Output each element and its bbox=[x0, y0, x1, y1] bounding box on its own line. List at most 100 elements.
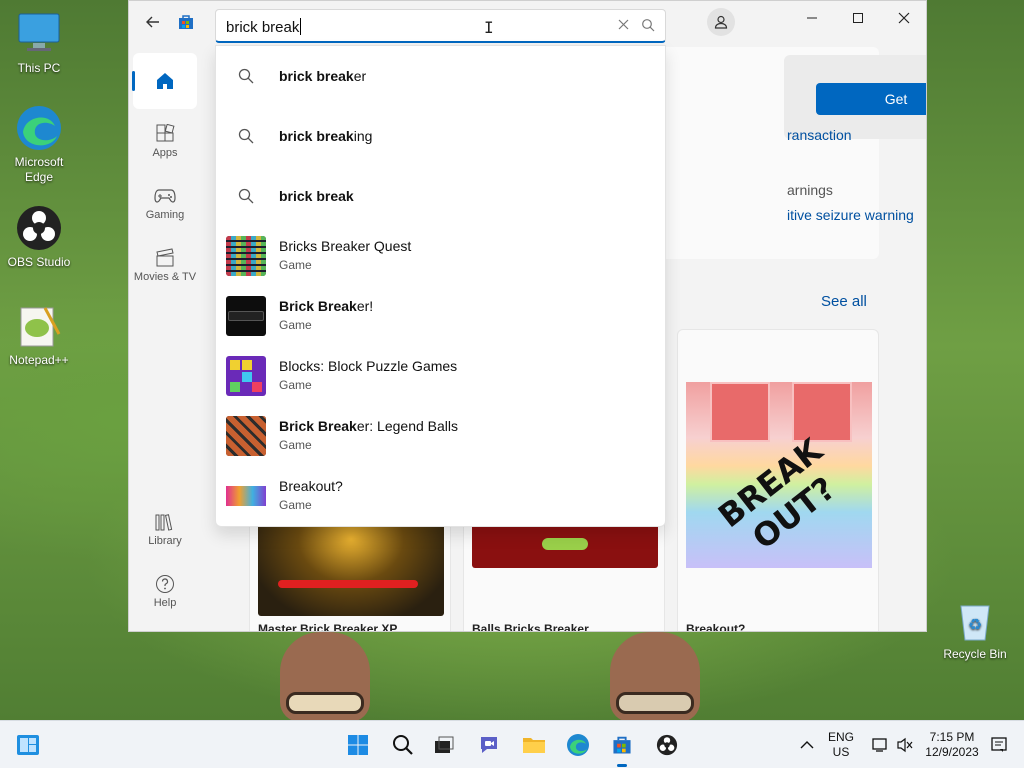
game-card-title: Master Brick Breaker XP bbox=[258, 622, 398, 632]
clapperboard-icon bbox=[156, 248, 174, 267]
nav-movies-tv-label: Movies & TV bbox=[133, 271, 197, 283]
result-item[interactable]: Bricks Breaker Quest Game bbox=[216, 226, 665, 286]
close-icon bbox=[898, 12, 910, 24]
seizure-warning-link[interactable]: itive seizure warning bbox=[787, 207, 914, 223]
transaction-text: ransaction bbox=[787, 127, 852, 143]
minimize-button[interactable] bbox=[789, 1, 835, 35]
widgets-icon bbox=[17, 735, 39, 755]
search-icon bbox=[238, 188, 254, 204]
game-card-3[interactable]: BREAK OUT? Breakout? bbox=[677, 329, 879, 632]
wallpaper-foot-right bbox=[610, 632, 700, 722]
get-button[interactable]: Get bbox=[816, 83, 926, 115]
obs-icon bbox=[15, 204, 63, 252]
language-indicator[interactable]: ENG US bbox=[824, 730, 858, 760]
file-explorer-button[interactable] bbox=[517, 729, 551, 761]
windows-logo-icon bbox=[348, 735, 368, 755]
close-button[interactable] bbox=[881, 1, 926, 35]
chat-icon bbox=[481, 737, 497, 753]
game-card-title: Breakout? bbox=[686, 622, 746, 632]
edge-taskbar-button[interactable] bbox=[561, 729, 595, 761]
search-taskbar-button[interactable] bbox=[386, 729, 420, 761]
text-cursor-icon: I bbox=[484, 18, 494, 37]
desktop-icon-obs[interactable]: OBS Studio bbox=[2, 204, 76, 270]
warnings-heading: arnings bbox=[787, 182, 833, 198]
edge-icon bbox=[567, 734, 589, 756]
folder-icon bbox=[523, 738, 545, 753]
clock[interactable]: 7:15 PM 12/9/2023 bbox=[920, 730, 984, 760]
minimize-icon bbox=[807, 17, 817, 19]
app-thumbnail bbox=[226, 236, 266, 276]
apps-icon bbox=[156, 124, 175, 142]
search-button[interactable] bbox=[641, 18, 655, 37]
arrow-left-icon bbox=[146, 16, 159, 28]
desktop-icon-edge[interactable]: Microsoft Edge bbox=[2, 104, 76, 185]
result-item[interactable]: Breakout? Game bbox=[216, 466, 665, 526]
nav-gaming-label: Gaming bbox=[145, 209, 185, 221]
game-card-title: Balls Bricks Breaker bbox=[472, 622, 589, 632]
show-hidden-icons-button[interactable] bbox=[790, 729, 824, 761]
desktop-icon-recycle-bin[interactable]: ♻ Recycle Bin bbox=[938, 596, 1012, 662]
store-window: Apps Gaming Movies & TV Library Help Get… bbox=[128, 0, 927, 632]
task-view-icon bbox=[435, 736, 454, 753]
obs-icon bbox=[656, 734, 678, 756]
chat-button[interactable] bbox=[472, 729, 506, 761]
nav-apps[interactable]: Apps bbox=[133, 121, 197, 179]
nav-help-label: Help bbox=[153, 597, 177, 609]
notification-icon bbox=[991, 737, 1007, 752]
result-item[interactable]: Blocks: Block Puzzle Games Game bbox=[216, 346, 665, 406]
app-thumbnail bbox=[226, 416, 266, 456]
start-button[interactable] bbox=[341, 729, 375, 761]
nav-library[interactable]: Library bbox=[133, 509, 197, 567]
widgets-button[interactable] bbox=[11, 729, 45, 761]
result-item[interactable]: Brick Breaker! Game bbox=[216, 286, 665, 346]
app-thumbnail bbox=[226, 356, 266, 396]
suggestion-item[interactable]: brick breaking bbox=[216, 106, 665, 166]
maximize-icon bbox=[853, 13, 863, 23]
volume-muted-icon bbox=[897, 737, 913, 753]
store-logo bbox=[166, 5, 206, 39]
user-icon bbox=[714, 15, 728, 29]
store-taskbar-button[interactable] bbox=[605, 729, 639, 767]
desktop-icon-notepadpp[interactable]: Notepad++ bbox=[2, 302, 76, 368]
notepadpp-icon bbox=[15, 302, 63, 350]
nav-movies-tv[interactable]: Movies & TV bbox=[133, 245, 197, 303]
search-icon bbox=[393, 735, 413, 755]
search-icon bbox=[238, 68, 254, 84]
account-button[interactable] bbox=[701, 5, 741, 39]
app-thumbnail bbox=[226, 296, 266, 336]
svg-text:♻: ♻ bbox=[968, 617, 982, 634]
nav-library-label: Library bbox=[148, 535, 182, 547]
volume-button[interactable] bbox=[888, 729, 922, 761]
wallpaper-foot-left bbox=[280, 632, 370, 722]
desktop-icon-this-pc[interactable]: This PC bbox=[2, 10, 76, 76]
search-suggestions: brick breaker brick breaking brick break… bbox=[215, 45, 666, 527]
obs-taskbar-button[interactable] bbox=[650, 729, 684, 761]
edge-icon bbox=[15, 104, 63, 152]
close-icon bbox=[618, 19, 629, 30]
see-all-link[interactable]: See all bbox=[821, 293, 867, 310]
app-thumbnail bbox=[226, 476, 266, 516]
task-view-button[interactable] bbox=[427, 729, 461, 761]
result-item[interactable]: Brick Breaker: Legend Balls Game bbox=[216, 406, 665, 466]
help-icon bbox=[156, 575, 174, 593]
nav-gaming[interactable]: Gaming bbox=[133, 183, 197, 241]
recycle-bin-icon: ♻ bbox=[951, 596, 999, 644]
nav-help[interactable]: Help bbox=[133, 571, 197, 629]
monitor-icon bbox=[15, 10, 63, 58]
taskbar: ENG US 7:15 PM 12/9/2023 bbox=[0, 720, 1024, 768]
store-bag-icon bbox=[613, 736, 631, 754]
search-icon bbox=[238, 128, 254, 144]
clear-search-button[interactable] bbox=[618, 17, 629, 34]
maximize-button[interactable] bbox=[835, 1, 881, 35]
store-bag-icon bbox=[179, 15, 193, 29]
nav-home[interactable] bbox=[132, 53, 197, 109]
search-input[interactable]: brick break bbox=[226, 18, 301, 36]
search-box[interactable]: brick break I bbox=[215, 9, 666, 43]
search-icon bbox=[642, 19, 655, 32]
suggestion-item[interactable]: brick break bbox=[216, 166, 665, 226]
nav-rail: Apps Gaming Movies & TV Library Help bbox=[129, 47, 201, 631]
breakout-art: BREAK OUT? bbox=[686, 382, 872, 568]
notifications-button[interactable] bbox=[982, 729, 1016, 761]
suggestion-item[interactable]: brick breaker bbox=[216, 46, 665, 106]
gamepad-icon bbox=[154, 189, 176, 203]
